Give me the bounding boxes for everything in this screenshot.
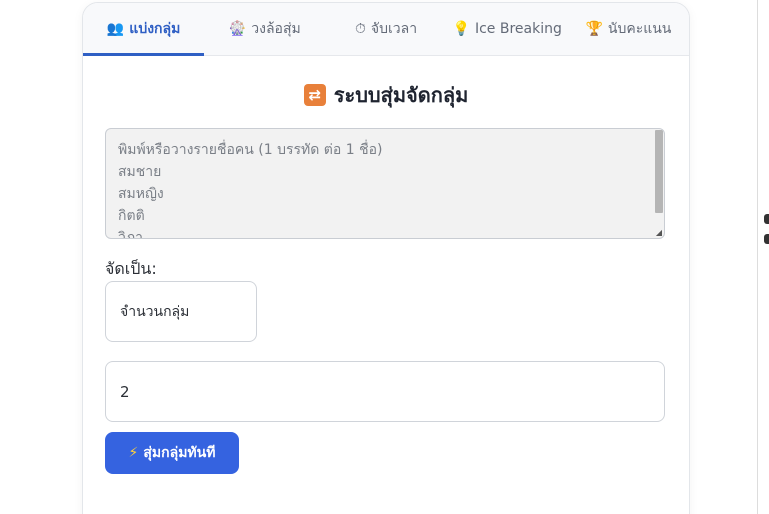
window-divider	[757, 0, 758, 514]
tab-label: วงล้อสุ่ม	[251, 21, 301, 37]
group-randomizer-card: 👥 แบ่งกลุ่ม 🎡 วงล้อสุ่ม ⏱ จับเวลา 💡 Ice …	[82, 2, 690, 514]
edge-mark	[764, 234, 769, 244]
edge-tabs	[764, 214, 769, 274]
tab-bar: 👥 แบ่งกลุ่ม 🎡 วงล้อสุ่ม ⏱ จับเวลา 💡 Ice …	[83, 3, 689, 56]
page-title: ⇄ ระบบสุ่มจัดกลุ่ม	[83, 80, 689, 110]
textarea-scrollbar[interactable]	[655, 130, 663, 213]
tab-label: แบ่งกลุ่ม	[129, 21, 181, 37]
tab-random-wheel[interactable]: 🎡 วงล้อสุ่ม	[204, 3, 325, 55]
ferris-wheel-icon: 🎡	[228, 21, 247, 37]
group-count-input[interactable]: 2	[105, 361, 665, 422]
tab-label: นับคะแนน	[607, 21, 672, 37]
name-line: กิตติ	[118, 208, 145, 224]
names-placeholder: พิมพ์หรือวางรายชื่อคน (1 บรรทัด ต่อ 1 ชื…	[118, 142, 383, 158]
stopwatch-icon: ⏱	[354, 21, 366, 37]
name-line: สมหญิง	[118, 186, 164, 202]
resize-handle-icon[interactable]: ◢	[656, 229, 662, 237]
randomize-button[interactable]: ⚡ สุ่มกลุ่มทันที	[105, 432, 239, 474]
split-label: จัดเป็น:	[105, 259, 157, 278]
tab-group-split[interactable]: 👥 แบ่งกลุ่ม	[83, 3, 205, 56]
title-text: ระบบสุ่มจัดกลุ่ม	[333, 83, 469, 107]
tab-ice-breaking[interactable]: 💡 Ice Breaking	[447, 3, 568, 55]
tab-label: จับเวลา	[370, 21, 418, 37]
name-line: วิภา	[118, 230, 143, 239]
lightning-icon: ⚡	[128, 445, 139, 461]
lightbulb-icon: 💡	[452, 21, 470, 37]
shuffle-icon: ⇄	[303, 84, 326, 106]
people-icon: 👥	[106, 21, 125, 37]
name-line: สมชาย	[118, 164, 162, 180]
tab-label: Ice Breaking	[474, 21, 562, 37]
tab-scoreboard[interactable]: 🏆 นับคะแนน	[568, 3, 689, 55]
names-textarea[interactable]: พิมพ์หรือวางรายชื่อคน (1 บรรทัด ต่อ 1 ชื…	[105, 128, 665, 239]
edge-mark	[764, 214, 769, 224]
tab-timer[interactable]: ⏱ จับเวลา	[325, 3, 446, 55]
randomize-button-label: สุ่มกลุ่มทันที	[143, 445, 216, 461]
split-mode-select[interactable]: จำนวนกลุ่ม	[105, 281, 257, 342]
trophy-icon: 🏆	[585, 21, 603, 37]
page: 👥 แบ่งกลุ่ม 🎡 วงล้อสุ่ม ⏱ จับเวลา 💡 Ice …	[0, 0, 769, 514]
